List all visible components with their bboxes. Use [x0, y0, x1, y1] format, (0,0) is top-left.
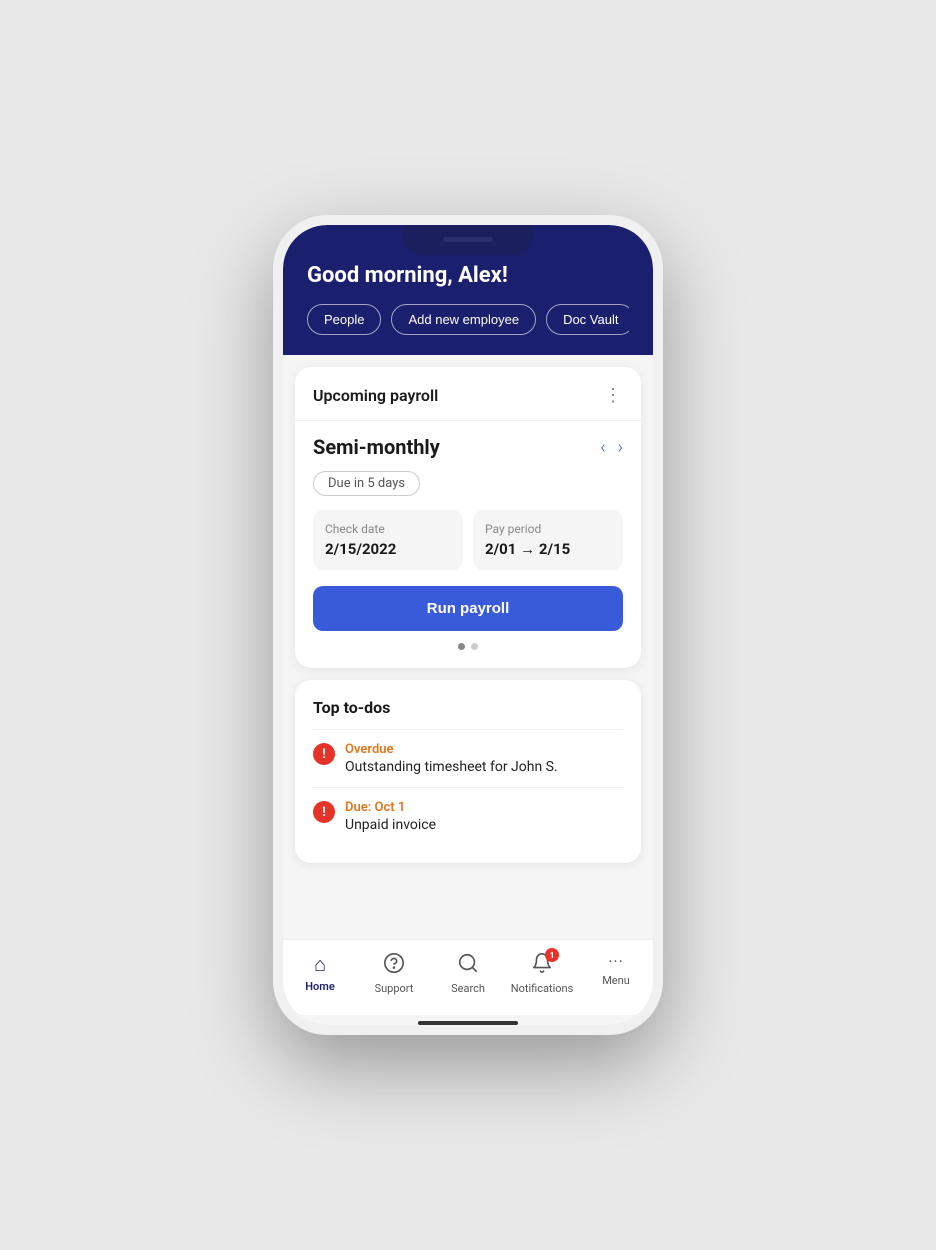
- carousel-dot-2: [471, 643, 478, 650]
- nav-item-notifications[interactable]: 1 Notifications: [505, 948, 579, 999]
- scroll-content: Upcoming payroll ⋮ Semi-monthly ‹ › Due …: [283, 355, 653, 939]
- payroll-card-title: Upcoming payroll: [313, 386, 438, 405]
- pay-period-label: Pay period: [485, 522, 611, 536]
- nav-label-support: Support: [375, 982, 414, 995]
- nav-item-home[interactable]: ⌂ Home: [283, 948, 357, 999]
- home-icon: ⌂: [314, 952, 326, 977]
- todo-icon-1: !: [313, 743, 335, 765]
- menu-icon: ···: [608, 952, 624, 971]
- due-badge: Due in 5 days: [313, 471, 420, 496]
- nav-item-support[interactable]: Support: [357, 948, 431, 999]
- payroll-card-header: Upcoming payroll ⋮: [313, 385, 623, 406]
- check-date-box: Check date 2/15/2022: [313, 510, 463, 570]
- nav-item-menu[interactable]: ··· Menu: [579, 948, 653, 999]
- payroll-card: Upcoming payroll ⋮ Semi-monthly ‹ › Due …: [295, 367, 641, 668]
- quick-action-add-employee[interactable]: Add new employee: [391, 304, 536, 335]
- home-indicator: [418, 1021, 518, 1025]
- todo-desc-2: Unpaid invoice: [345, 817, 436, 833]
- pay-period-box: Pay period 2/01 → 2/15: [473, 510, 623, 570]
- carousel-dots: [313, 643, 623, 650]
- todo-status-2: Due: Oct 1: [345, 800, 436, 815]
- todos-title: Top to-dos: [313, 698, 623, 717]
- payroll-nav-arrows: ‹ ›: [600, 437, 623, 458]
- payroll-divider: [295, 420, 641, 421]
- todo-icon-2: !: [313, 801, 335, 823]
- screen: Good morning, Alex! People Add new emplo…: [283, 225, 653, 1025]
- carousel-dot-1: [458, 643, 465, 650]
- payroll-type-row: Semi-monthly ‹ ›: [313, 435, 623, 459]
- nav-item-search[interactable]: Search: [431, 948, 505, 999]
- payroll-type-label: Semi-monthly: [313, 435, 440, 459]
- quick-action-people[interactable]: People: [307, 304, 381, 335]
- bottom-nav: ⌂ Home Support: [283, 939, 653, 1015]
- todos-card: Top to-dos ! Overdue Outstanding timeshe…: [295, 680, 641, 863]
- speaker: [443, 237, 493, 242]
- todo-desc-1: Outstanding timesheet for John S.: [345, 759, 558, 775]
- check-date-value: 2/15/2022: [325, 540, 451, 558]
- payroll-prev-button[interactable]: ‹: [600, 437, 605, 458]
- quick-action-doc-vault[interactable]: Doc Vault: [546, 304, 629, 335]
- run-payroll-button[interactable]: Run payroll: [313, 586, 623, 631]
- payroll-info-boxes: Check date 2/15/2022 Pay period 2/01 → 2…: [313, 510, 623, 570]
- nav-label-menu: Menu: [602, 974, 630, 987]
- check-date-label: Check date: [325, 522, 451, 536]
- todo-text-2: Due: Oct 1 Unpaid invoice: [345, 800, 436, 833]
- todo-item-2[interactable]: ! Due: Oct 1 Unpaid invoice: [313, 787, 623, 845]
- nav-label-search: Search: [451, 982, 485, 995]
- nav-label-notifications: Notifications: [511, 982, 574, 995]
- notifications-icon: 1: [531, 952, 553, 979]
- todo-status-1: Overdue: [345, 742, 558, 757]
- todo-item-1[interactable]: ! Overdue Outstanding timesheet for John…: [313, 729, 623, 787]
- notification-badge: 1: [545, 948, 559, 962]
- payroll-next-button[interactable]: ›: [618, 437, 623, 458]
- greeting: Good morning, Alex!: [307, 263, 629, 288]
- quick-actions-bar: People Add new employee Doc Vault Report…: [307, 304, 629, 335]
- search-icon: [457, 952, 479, 979]
- pay-period-value: 2/01 → 2/15: [485, 540, 611, 558]
- todo-text-1: Overdue Outstanding timesheet for John S…: [345, 742, 558, 775]
- payroll-options-button[interactable]: ⋮: [604, 385, 623, 406]
- notch: [403, 225, 533, 255]
- support-icon: [383, 952, 405, 979]
- nav-label-home: Home: [305, 980, 335, 993]
- phone-shell: Good morning, Alex! People Add new emplo…: [273, 215, 663, 1035]
